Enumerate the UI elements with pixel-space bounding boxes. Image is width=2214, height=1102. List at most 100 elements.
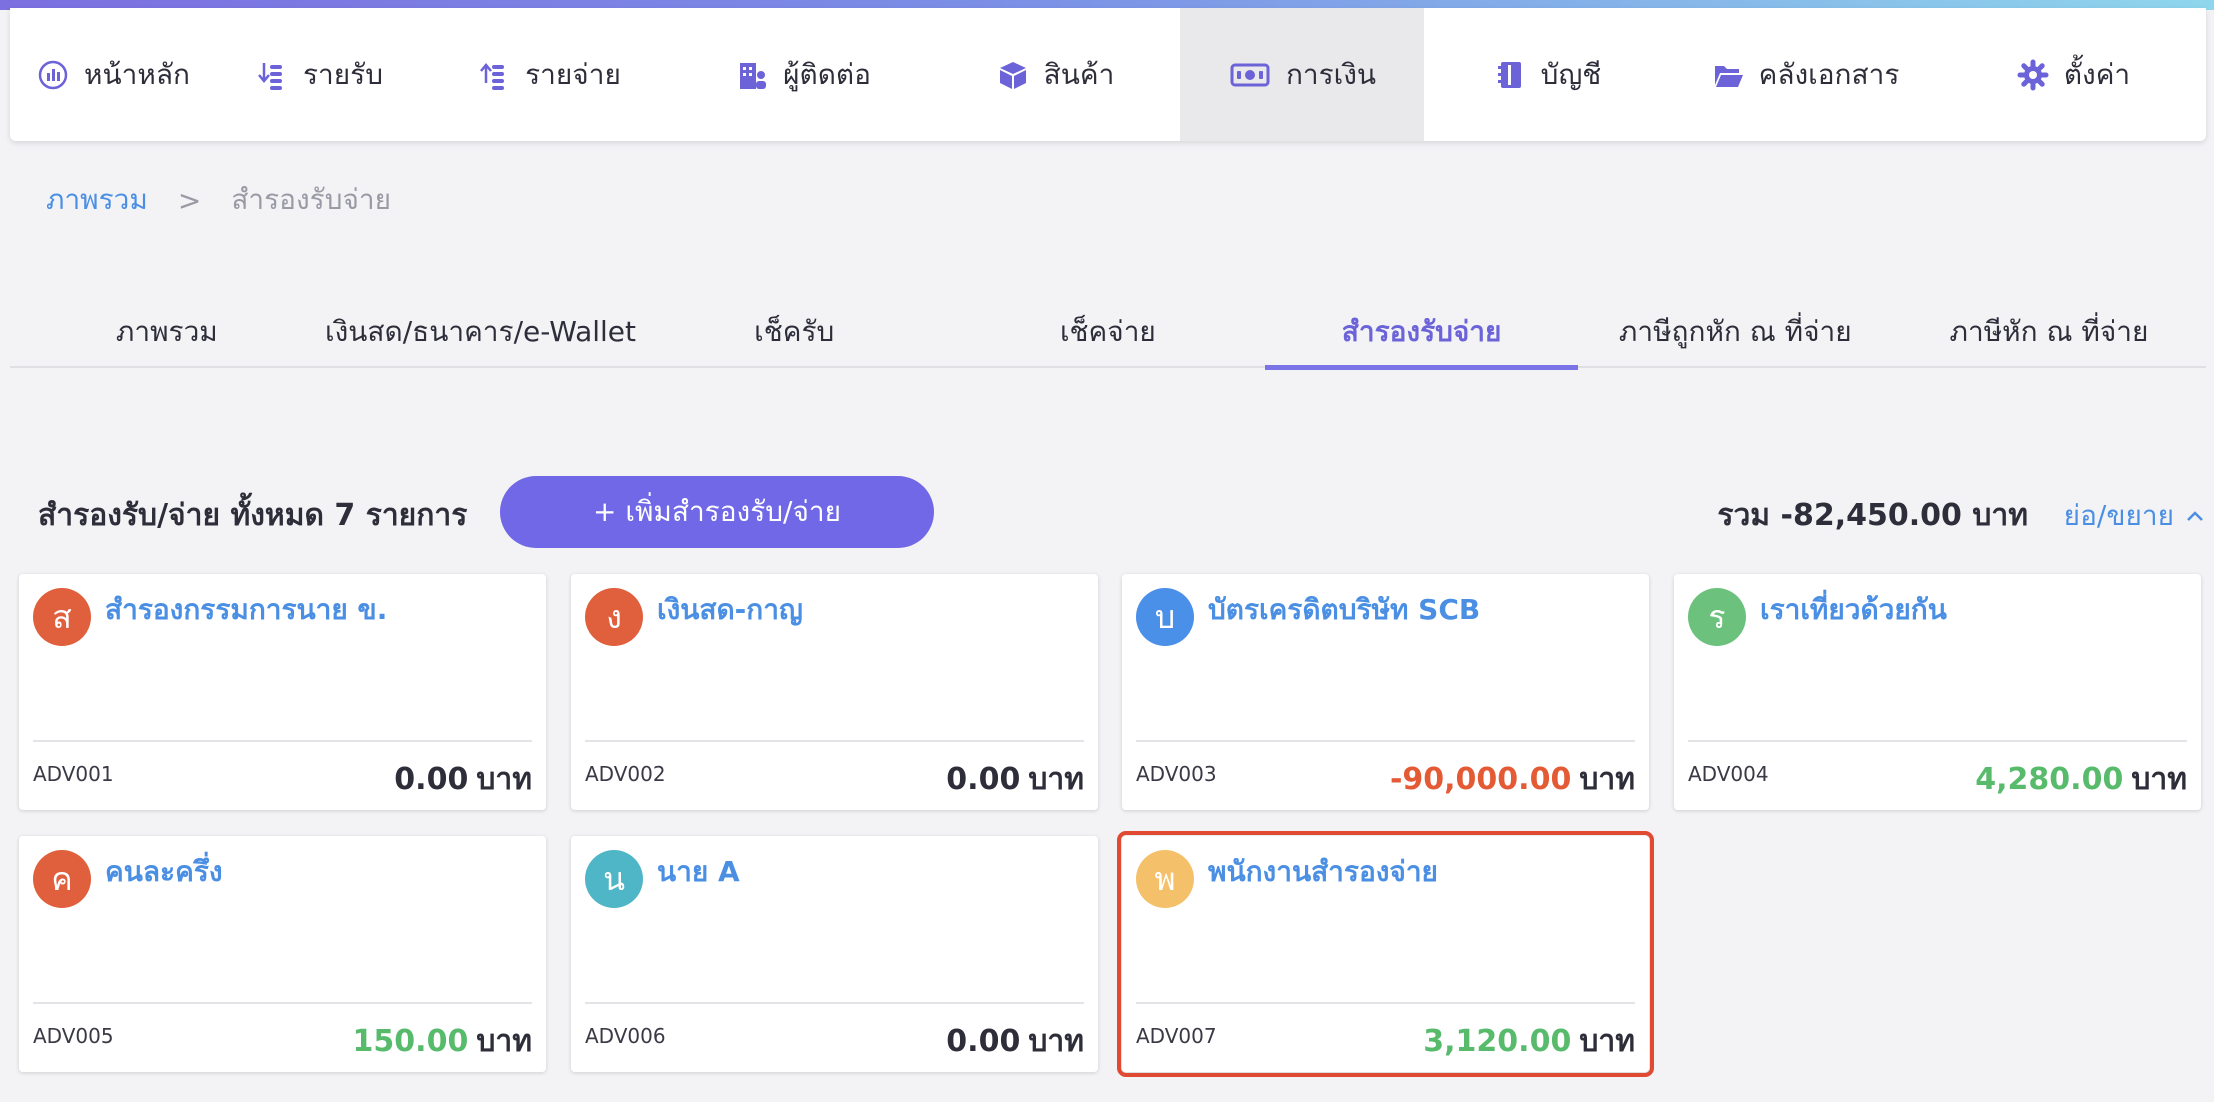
advance-card[interactable]: ค คนละครึ่ง ADV005 150.00 บาท	[19, 836, 546, 1072]
tab-cheque-received[interactable]: เช็ครับ	[637, 296, 951, 368]
section-title: สำรองรับ/จ่าย ทั้งหมด 7 รายการ	[38, 498, 468, 533]
amount-value: 0.00	[394, 762, 469, 797]
amount-unit: บาท	[1579, 762, 1635, 797]
card-amount: 150.00 บาท	[353, 1018, 532, 1065]
avatar: ร	[1688, 588, 1746, 646]
nav-label: คลังเอกสาร	[1758, 57, 1900, 91]
nav-item-accounting[interactable]: บัญชี	[1424, 8, 1670, 141]
nav-label: บัญชี	[1540, 57, 1602, 91]
card-code: ADV001	[33, 762, 114, 786]
nav-item-home[interactable]: หน้าหลัก	[10, 8, 216, 141]
avatar: พ	[1136, 850, 1194, 908]
breadcrumb: ภาพรวม > สำรองรับจ่าย	[46, 178, 391, 222]
card-amount: 0.00 บาท	[946, 1018, 1084, 1065]
card-amount: 3,120.00 บาท	[1423, 1018, 1635, 1065]
nav-label: ผู้ติดต่อ	[783, 57, 871, 91]
avatar: น	[585, 850, 643, 908]
advance-card[interactable]: ส สำรองกรรมการนาย ข. ADV001 0.00 บาท	[19, 574, 546, 810]
amount-value: 0.00	[946, 1024, 1021, 1059]
breadcrumb-current: สำรองรับจ่าย	[231, 183, 392, 216]
finance-tabs: ภาพรวม เงินสด/ธนาคาร/e-Wallet เช็ครับ เช…	[10, 296, 2206, 370]
box-icon	[996, 58, 1030, 92]
amount-value: 150.00	[352, 1024, 469, 1059]
card-code: ADV002	[585, 762, 666, 786]
nav-label: การเงิน	[1285, 57, 1377, 91]
card-name[interactable]: นาย A	[657, 850, 740, 894]
card-divider	[1688, 740, 2187, 742]
avatar: ส	[33, 588, 91, 646]
amount-value: 3,120.00	[1423, 1024, 1572, 1059]
card-divider	[33, 740, 532, 742]
amount-unit: บาท	[2131, 762, 2187, 797]
nav-item-finance[interactable]: การเงิน	[1180, 8, 1424, 141]
card-amount: -90,000.00 บาท	[1390, 756, 1635, 803]
nav-label: รายจ่าย	[525, 57, 621, 91]
tab-withholding-tax-deducted[interactable]: ภาษีถูกหัก ณ ที่จ่าย	[1578, 296, 1892, 368]
card-name[interactable]: สำรองกรรมการนาย ข.	[105, 588, 387, 632]
tab-overview[interactable]: ภาพรวม	[10, 296, 324, 368]
expense-icon	[477, 58, 511, 92]
card-code: ADV004	[1688, 762, 1769, 786]
income-icon	[255, 58, 289, 92]
collapse-label: ย่อ/ขยาย	[2063, 499, 2174, 532]
card-divider	[585, 1002, 1084, 1004]
card-code: ADV003	[1136, 762, 1217, 786]
dashboard-icon	[36, 58, 70, 92]
advance-section-header: สำรองรับ/จ่าย ทั้งหมด 7 รายการ + เพิ่มสำ…	[38, 476, 2206, 548]
card-divider	[1136, 740, 1635, 742]
avatar: บ	[1136, 588, 1194, 646]
amount-unit: บาท	[476, 1024, 532, 1059]
card-divider	[33, 1002, 532, 1004]
add-advance-button[interactable]: + เพิ่มสำรองรับ/จ่าย	[500, 476, 934, 548]
breadcrumb-overview-link[interactable]: ภาพรวม	[46, 178, 148, 222]
advance-card-selected[interactable]: พ พนักงานสำรองจ่าย ADV007 3,120.00 บาท	[1117, 831, 1654, 1077]
amount-value: 4,280.00	[1975, 762, 2124, 797]
amount-unit: บาท	[1028, 762, 1084, 797]
chevron-up-icon	[2187, 511, 2203, 521]
avatar: ง	[585, 588, 643, 646]
tab-cheque-paid[interactable]: เช็คจ่าย	[951, 296, 1265, 368]
contacts-icon	[735, 58, 769, 92]
ledger-icon	[1493, 58, 1527, 92]
tab-withholding-tax[interactable]: ภาษีหัก ณ ที่จ่าย	[1892, 296, 2206, 368]
nav-item-documents[interactable]: คลังเอกสาร	[1670, 8, 1940, 141]
card-divider	[585, 740, 1084, 742]
nav-label: สินค้า	[1043, 57, 1115, 91]
card-name[interactable]: บัตรเครดิตบริษัท SCB	[1208, 588, 1480, 632]
card-name[interactable]: คนละครึ่ง	[105, 850, 223, 894]
money-icon	[1228, 58, 1272, 92]
nav-label: ตั้งค่า	[2063, 57, 2131, 91]
amount-unit: บาท	[1579, 1024, 1635, 1059]
nav-item-contacts[interactable]: ผู้ติดต่อ	[676, 8, 930, 141]
total-amount: รวม -82,450.00 บาท	[1717, 498, 2028, 533]
card-name[interactable]: เงินสด-กาญ	[657, 588, 803, 632]
card-name[interactable]: พนักงานสำรองจ่าย	[1208, 850, 1438, 894]
nav-label: รายรับ	[303, 57, 383, 91]
advance-card[interactable]: บ บัตรเครดิตบริษัท SCB ADV003 -90,000.00…	[1122, 574, 1649, 810]
advance-card[interactable]: ง เงินสด-กาญ ADV002 0.00 บาท	[571, 574, 1098, 810]
amount-unit: บาท	[476, 762, 532, 797]
folder-icon	[1711, 58, 1745, 92]
collapse-toggle[interactable]: ย่อ/ขยาย	[2064, 494, 2206, 538]
advance-card[interactable]: น นาย A ADV006 0.00 บาท	[571, 836, 1098, 1072]
nav-item-income[interactable]: รายรับ	[216, 8, 422, 141]
card-amount: 0.00 บาท	[946, 756, 1084, 803]
nav-item-products[interactable]: สินค้า	[930, 8, 1180, 141]
avatar: ค	[33, 850, 91, 908]
card-name[interactable]: เราเที่ยวด้วยกัน	[1760, 588, 1947, 632]
tab-advance[interactable]: สำรองรับจ่าย	[1264, 296, 1579, 370]
main-nav: หน้าหลัก รายรับ รายจ่าย ผู้ติดต่อ สินค้า…	[10, 8, 2206, 141]
tab-cash-bank-ewallet[interactable]: เงินสด/ธนาคาร/e-Wallet	[324, 296, 638, 368]
advance-card[interactable]: ร เราเที่ยวด้วยกัน ADV004 4,280.00 บาท	[1674, 574, 2201, 810]
card-amount: 4,280.00 บาท	[1975, 756, 2187, 803]
gear-icon	[2016, 58, 2050, 92]
nav-item-expense[interactable]: รายจ่าย	[422, 8, 676, 141]
amount-value: -90,000.00	[1389, 762, 1572, 797]
card-divider	[1136, 1002, 1635, 1004]
card-amount: 0.00 บาท	[394, 756, 532, 803]
card-code: ADV007	[1136, 1024, 1217, 1048]
amount-unit: บาท	[1028, 1024, 1084, 1059]
nav-item-settings[interactable]: ตั้งค่า	[1940, 8, 2206, 141]
card-code: ADV005	[33, 1024, 114, 1048]
amount-value: 0.00	[946, 762, 1021, 797]
